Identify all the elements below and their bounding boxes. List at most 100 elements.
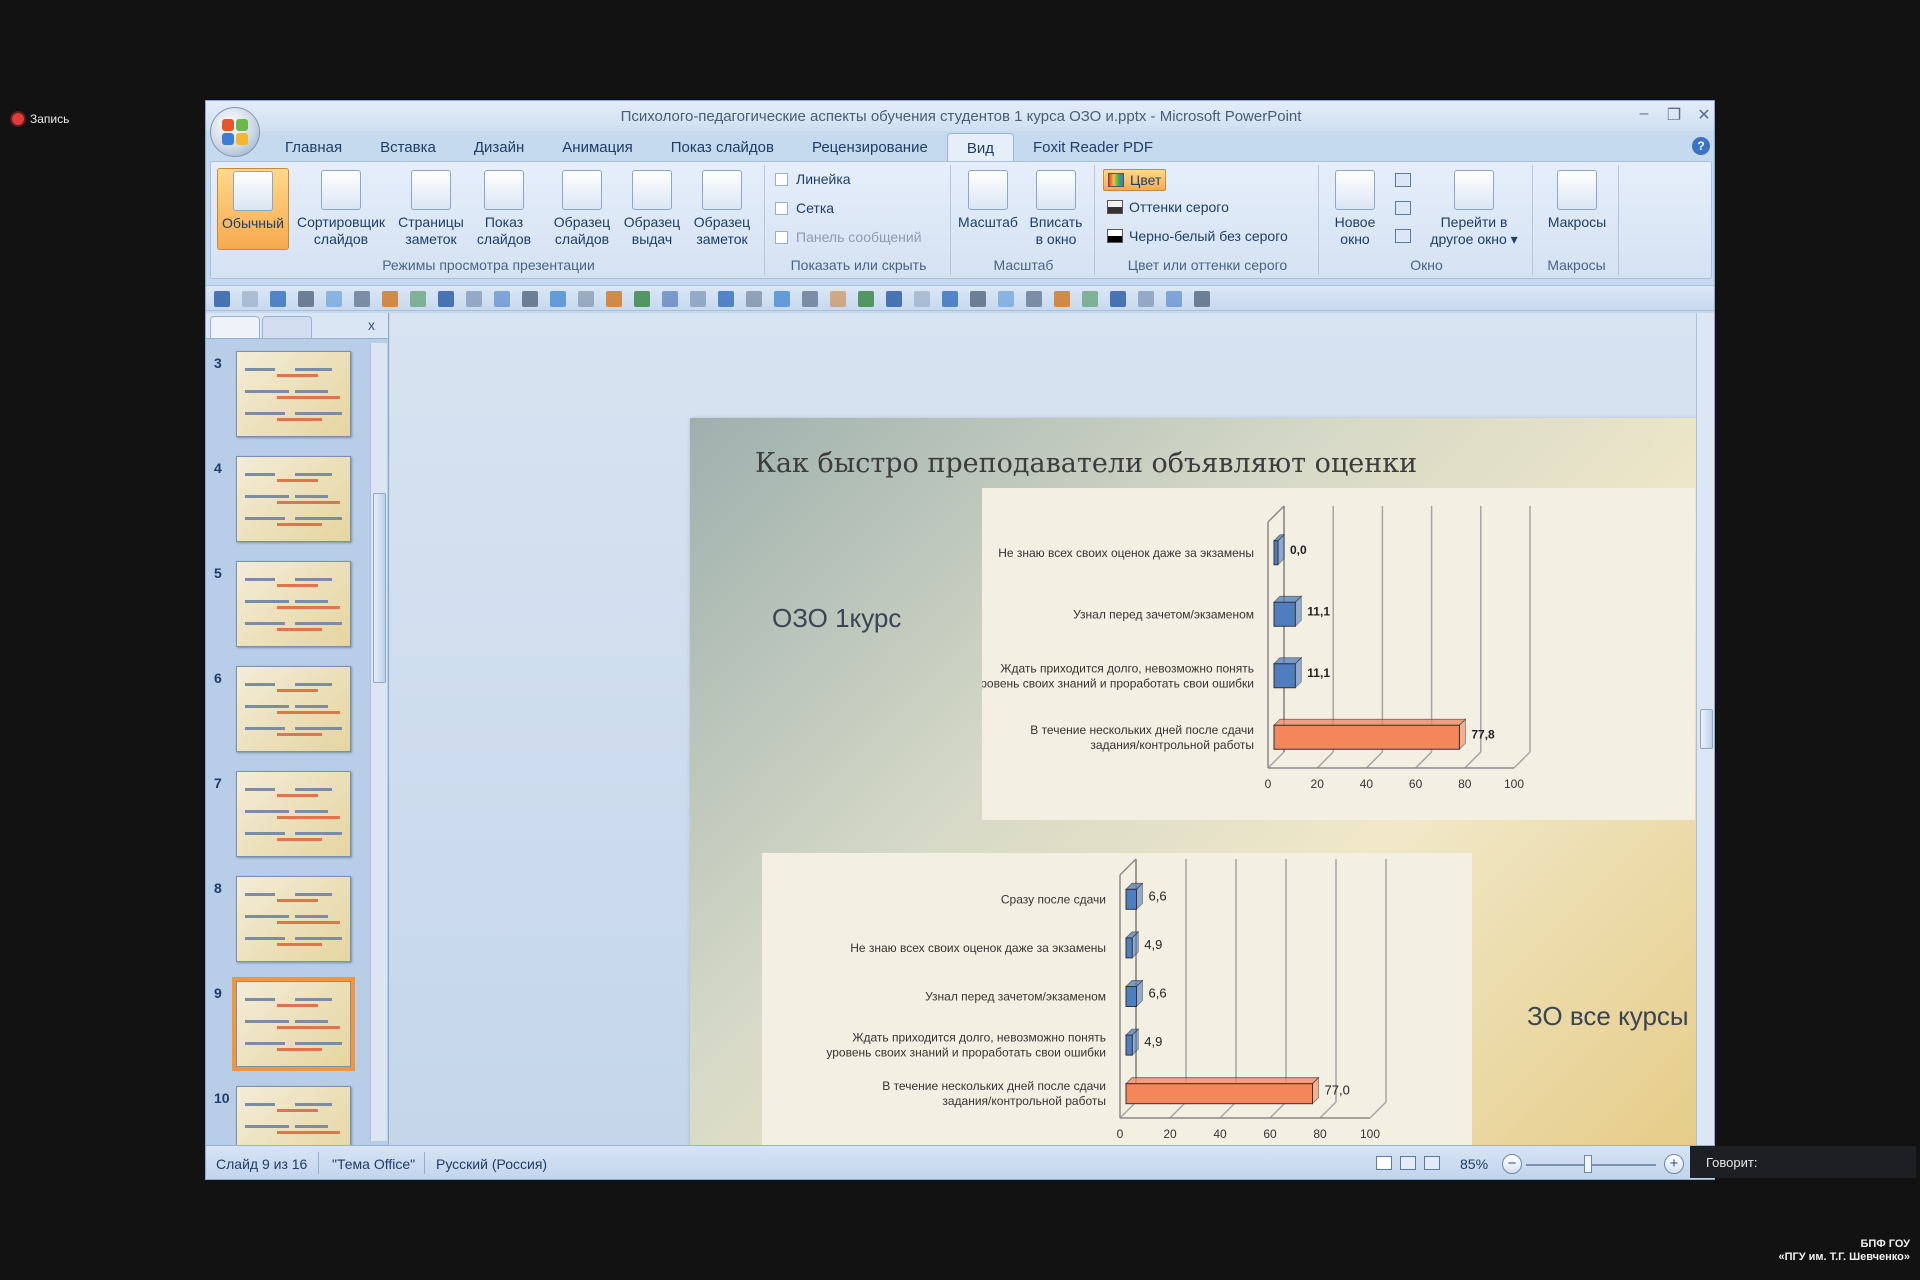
cascade-icon[interactable] <box>1395 201 1411 215</box>
switch-windows-button[interactable]: Перейти в другое окно ▾ <box>1421 168 1527 250</box>
office-button[interactable] <box>210 107 260 157</box>
toolbar-button-icon[interactable] <box>466 291 482 307</box>
tab-slideshow[interactable]: Показ слайдов <box>652 133 793 161</box>
chart-ozo-1course[interactable]: 0 20 40 60 80 100 0,0 Не знаю всех своих оценок… <box>982 488 1695 820</box>
close-pane-icon[interactable]: x <box>368 317 375 333</box>
language-indicator[interactable]: Русский (Россия) <box>436 1156 547 1172</box>
toolbar-button-icon[interactable] <box>970 291 986 307</box>
slide-scroll-handle[interactable] <box>1700 709 1713 749</box>
toolbar-button-icon[interactable] <box>858 291 874 307</box>
minimize-button[interactable]: – <box>1630 105 1658 125</box>
move-split-icon[interactable] <box>1395 229 1411 243</box>
zoom-in-button[interactable]: + <box>1664 1154 1684 1174</box>
toolbar-button-icon[interactable] <box>634 291 650 307</box>
tab-design[interactable]: Дизайн <box>455 133 543 161</box>
macros-button[interactable]: Макросы <box>1541 168 1613 250</box>
slide-thumbnail[interactable] <box>236 1086 351 1145</box>
zoom-out-button[interactable]: − <box>1502 1154 1522 1174</box>
restore-button[interactable]: ❐ <box>1660 105 1688 125</box>
toolbar-button-icon[interactable] <box>886 291 902 307</box>
normal-view-icon[interactable] <box>1376 1156 1392 1170</box>
toolbar-button-icon[interactable] <box>242 291 258 307</box>
toolbar-button-icon[interactable] <box>1194 291 1210 307</box>
slide-thumbnail[interactable] <box>236 771 351 857</box>
new-window-button[interactable]: Новое окно <box>1323 168 1387 250</box>
color-mode-button[interactable]: Цвет <box>1103 169 1167 191</box>
toolbar-button-icon[interactable] <box>1026 291 1042 307</box>
slide-show-button[interactable]: Показ слайдов <box>471 168 537 250</box>
toolbar-button-icon[interactable] <box>410 291 426 307</box>
slide-thumbnail[interactable] <box>236 981 351 1067</box>
tab-outline[interactable] <box>262 316 312 338</box>
grayscale-button[interactable]: Оттенки серого <box>1103 197 1233 217</box>
zoom-button[interactable]: Масштаб <box>955 168 1021 250</box>
normal-view-button[interactable]: Обычный <box>217 168 289 250</box>
notes-master-button[interactable]: Образец заметок <box>687 168 757 250</box>
fit-window-button[interactable]: Вписать в окно <box>1023 168 1089 250</box>
zoom-level[interactable]: 85% <box>1460 1156 1488 1172</box>
chart-label-ozo[interactable]: ОЗО 1курс <box>772 603 901 634</box>
toolbar-button-icon[interactable] <box>914 291 930 307</box>
zoom-slider-handle[interactable] <box>1584 1155 1592 1173</box>
tab-home[interactable]: Главная <box>266 133 361 161</box>
grid-check-box[interactable] <box>775 201 788 215</box>
toolbar-button-icon[interactable] <box>718 291 734 307</box>
slide-thumbnail[interactable] <box>236 666 351 752</box>
slide-master-button[interactable]: Образец слайдов <box>547 168 617 250</box>
notes-page-button[interactable]: Страницы заметок <box>393 168 469 250</box>
tab-view[interactable]: Вид <box>946 133 1014 161</box>
toolbar-button-icon[interactable] <box>298 291 314 307</box>
tab-review[interactable]: Рецензирование <box>793 133 947 161</box>
tab-insert[interactable]: Вставка <box>361 133 455 161</box>
arrange-all-icon[interactable] <box>1395 173 1411 187</box>
toolbar-button-icon[interactable] <box>1138 291 1154 307</box>
toolbar-button-icon[interactable] <box>494 291 510 307</box>
toolbar-button-icon[interactable] <box>746 291 762 307</box>
toolbar-button-icon[interactable] <box>1054 291 1070 307</box>
toolbar-button-icon[interactable] <box>522 291 538 307</box>
tab-slides[interactable] <box>210 316 260 338</box>
ruler-checkbox[interactable]: Линейка <box>775 171 851 187</box>
grid-checkbox[interactable]: Сетка <box>775 200 834 216</box>
toolbar-button-icon[interactable] <box>606 291 622 307</box>
toolbar-button-icon[interactable] <box>1082 291 1098 307</box>
toolbar-button-icon[interactable] <box>998 291 1014 307</box>
chart-label-zo[interactable]: ЗО все курсы <box>1527 1001 1689 1032</box>
chart-zo-all-courses[interactable]: 0 20 40 60 80 100 6,6 Сразу после сдачи 4,9 Не зн… <box>762 853 1472 1171</box>
toolbar-button-icon[interactable] <box>382 291 398 307</box>
toolbar-button-icon[interactable] <box>1166 291 1182 307</box>
toolbar-button-icon[interactable] <box>662 291 678 307</box>
tab-foxit[interactable]: Foxit Reader PDF <box>1014 133 1172 161</box>
slide-title[interactable]: Как быстро преподаватели объявляют оценк… <box>755 448 1417 479</box>
slide-thumbnail[interactable] <box>236 561 351 647</box>
slide-thumbnail[interactable] <box>236 351 351 437</box>
slide-thumbnail[interactable] <box>236 456 351 542</box>
slide-scrollbar[interactable] <box>1696 313 1714 1179</box>
handout-master-button[interactable]: Образец выдач <box>617 168 687 250</box>
toolbar-button-icon[interactable] <box>690 291 706 307</box>
slide-show-icon[interactable] <box>1424 1156 1440 1170</box>
toolbar-button-icon[interactable] <box>802 291 818 307</box>
theme-name[interactable]: "Тема Office" <box>332 1156 415 1172</box>
ruler-check-box[interactable] <box>775 172 788 186</box>
slide-thumbnail[interactable] <box>236 876 351 962</box>
toolbar-button-icon[interactable] <box>326 291 342 307</box>
slide-sorter-icon[interactable] <box>1400 1156 1416 1170</box>
help-icon[interactable]: ? <box>1692 137 1710 155</box>
close-button[interactable]: ✕ <box>1690 105 1714 125</box>
toolbar-button-icon[interactable] <box>774 291 790 307</box>
toolbar-button-icon[interactable] <box>830 291 846 307</box>
slide-sorter-button[interactable]: Сортировщик слайдов <box>293 168 389 250</box>
toolbar-button-icon[interactable] <box>270 291 286 307</box>
toolbar-button-icon[interactable] <box>214 291 230 307</box>
toolbar-button-icon[interactable] <box>1110 291 1126 307</box>
toolbar-button-icon[interactable] <box>942 291 958 307</box>
slides-pane-scroll-handle[interactable] <box>373 493 386 683</box>
toolbar-button-icon[interactable] <box>354 291 370 307</box>
current-slide[interactable]: Как быстро преподаватели объявляют оценк… <box>690 418 1714 1179</box>
toolbar-button-icon[interactable] <box>578 291 594 307</box>
slides-pane-scrollbar[interactable] <box>370 343 387 1141</box>
toolbar-button-icon[interactable] <box>438 291 454 307</box>
tab-animation[interactable]: Анимация <box>543 133 651 161</box>
pure-bw-button[interactable]: Черно-белый без серого <box>1103 226 1292 246</box>
